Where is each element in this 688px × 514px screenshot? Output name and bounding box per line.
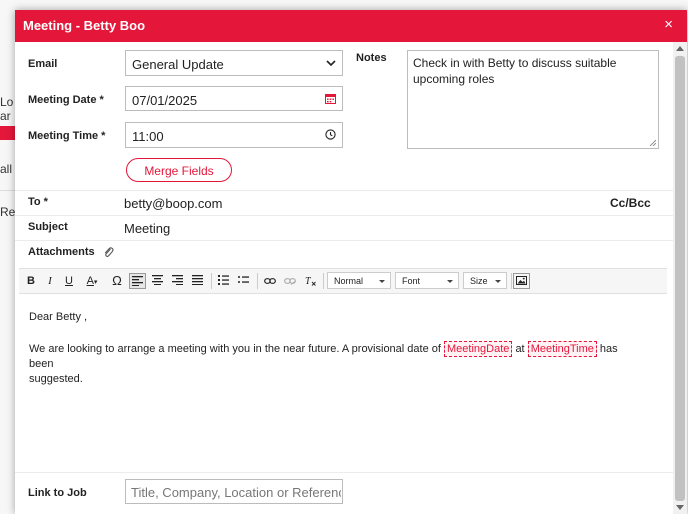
bulleted-list-button[interactable] bbox=[235, 273, 252, 289]
align-center-icon bbox=[152, 275, 163, 285]
to-value[interactable]: betty@boop.com bbox=[124, 196, 222, 211]
meeting-time-label: Meeting Time * bbox=[28, 130, 106, 142]
notes-label: Notes bbox=[356, 52, 387, 64]
toolbar-separator bbox=[323, 273, 324, 289]
meeting-date-input[interactable]: 07/01/2025 bbox=[125, 86, 343, 111]
bold-button[interactable]: B bbox=[23, 273, 39, 289]
editor-text-at: at bbox=[515, 343, 525, 355]
format-dropdown-value: Normal bbox=[334, 276, 364, 286]
caret-down-icon bbox=[495, 280, 501, 283]
align-right-button[interactable] bbox=[169, 273, 186, 289]
font-dropdown-value: Font bbox=[402, 276, 421, 286]
special-character-icon[interactable]: Ω bbox=[108, 273, 126, 289]
caret-down-icon bbox=[379, 280, 385, 283]
align-left-icon bbox=[132, 276, 143, 286]
align-center-button[interactable] bbox=[149, 273, 166, 289]
link-to-job-input[interactable]: Title, Company, Location or Reference bbox=[125, 479, 343, 504]
image-icon bbox=[516, 276, 527, 285]
subject-label: Subject bbox=[28, 221, 68, 233]
remove-format-button[interactable]: T bbox=[301, 273, 318, 289]
paperclip-icon[interactable] bbox=[103, 246, 114, 259]
cc-bcc-link[interactable]: Cc/Bcc bbox=[610, 196, 651, 210]
italic-button[interactable]: I bbox=[42, 273, 58, 289]
align-right-icon bbox=[172, 275, 183, 285]
meeting-date-label: Meeting Date * bbox=[28, 94, 104, 106]
editor-toolbar: B I U A▾ Ω T Normal Font Size bbox=[19, 268, 667, 294]
modal-title: Meeting - Betty Boo bbox=[23, 18, 146, 33]
size-dropdown-value: Size bbox=[470, 276, 488, 286]
modal-scrollbar[interactable] bbox=[673, 42, 687, 514]
meeting-time-value: 11:00 bbox=[132, 129, 164, 144]
scroll-down-arrow-icon[interactable] bbox=[676, 505, 684, 510]
editor-text-before: We are looking to arrange a meeting with… bbox=[29, 343, 441, 355]
font-color-button[interactable]: A▾ bbox=[80, 273, 104, 289]
scroll-thumb[interactable] bbox=[675, 56, 685, 501]
font-color-icon: A bbox=[86, 275, 94, 287]
background-divider bbox=[0, 190, 16, 191]
format-dropdown[interactable]: Normal bbox=[327, 272, 391, 289]
divider bbox=[15, 215, 673, 216]
close-icon[interactable]: × bbox=[664, 17, 673, 33]
notes-value: Check in with Betty to discuss suitable … bbox=[413, 56, 617, 86]
background-text-2: ar bbox=[0, 109, 11, 123]
toolbar-separator bbox=[511, 273, 512, 289]
unlink-icon bbox=[283, 278, 296, 285]
notes-textarea[interactable]: Check in with Betty to discuss suitable … bbox=[407, 50, 659, 149]
background-text-1: Lo bbox=[0, 95, 14, 109]
meeting-time-input[interactable]: 11:00 bbox=[125, 122, 343, 148]
size-dropdown[interactable]: Size bbox=[463, 272, 507, 289]
clock-icon[interactable] bbox=[325, 129, 336, 140]
align-left-button[interactable] bbox=[129, 273, 146, 289]
underline-button[interactable]: U bbox=[61, 273, 77, 289]
caret-down-icon bbox=[447, 280, 453, 283]
email-select[interactable]: General Update bbox=[125, 50, 343, 76]
background-text-3: all bbox=[0, 162, 13, 176]
justify-button[interactable] bbox=[189, 273, 206, 289]
email-body-editor[interactable]: Dear Betty , We are looking to arrange a… bbox=[19, 294, 667, 470]
link-to-job-placeholder: Title, Company, Location or Reference bbox=[131, 485, 341, 500]
email-label: Email bbox=[28, 58, 58, 70]
resize-grip-icon[interactable] bbox=[649, 139, 656, 146]
email-select-value: General Update bbox=[132, 57, 224, 72]
numbered-list-button[interactable] bbox=[215, 273, 232, 289]
scroll-up-arrow-icon[interactable] bbox=[676, 46, 684, 51]
unlink-button[interactable] bbox=[281, 273, 298, 289]
numbered-list-icon bbox=[218, 275, 229, 285]
meeting-date-value: 07/01/2025 bbox=[132, 93, 198, 108]
editor-paragraph: We are looking to arrange a meeting with… bbox=[29, 341, 629, 387]
merge-fields-button[interactable]: Merge Fields bbox=[126, 158, 232, 182]
subject-value[interactable]: Meeting bbox=[124, 221, 170, 236]
calendar-icon[interactable] bbox=[325, 93, 336, 104]
meeting-modal: Meeting - Betty Boo × Email General Upda… bbox=[15, 10, 687, 514]
attachments-label: Attachments bbox=[28, 246, 95, 258]
chevron-down-icon bbox=[326, 60, 336, 67]
clear-formatting-icon: T bbox=[305, 276, 316, 287]
divider bbox=[15, 472, 673, 473]
insert-link-button[interactable] bbox=[261, 273, 278, 289]
insert-image-button[interactable] bbox=[513, 273, 530, 289]
font-dropdown[interactable]: Font bbox=[395, 272, 459, 289]
bulleted-list-icon bbox=[238, 276, 249, 283]
justify-icon bbox=[192, 275, 203, 285]
link-icon bbox=[263, 278, 276, 284]
modal-header: Meeting - Betty Boo × bbox=[15, 10, 687, 42]
meeting-time-placeholder[interactable]: MeetingTime bbox=[527, 341, 597, 357]
svg-text:T: T bbox=[305, 276, 312, 286]
link-to-job-label: Link to Job bbox=[28, 487, 87, 499]
divider bbox=[15, 190, 673, 191]
toolbar-separator bbox=[211, 273, 212, 289]
background-red-bar bbox=[0, 126, 16, 140]
editor-text-end: suggested. bbox=[29, 373, 83, 385]
divider bbox=[15, 240, 673, 241]
meeting-date-placeholder[interactable]: MeetingDate bbox=[444, 341, 513, 357]
to-label: To * bbox=[28, 196, 48, 208]
toolbar-separator bbox=[257, 273, 258, 289]
editor-greeting: Dear Betty , bbox=[29, 311, 88, 323]
